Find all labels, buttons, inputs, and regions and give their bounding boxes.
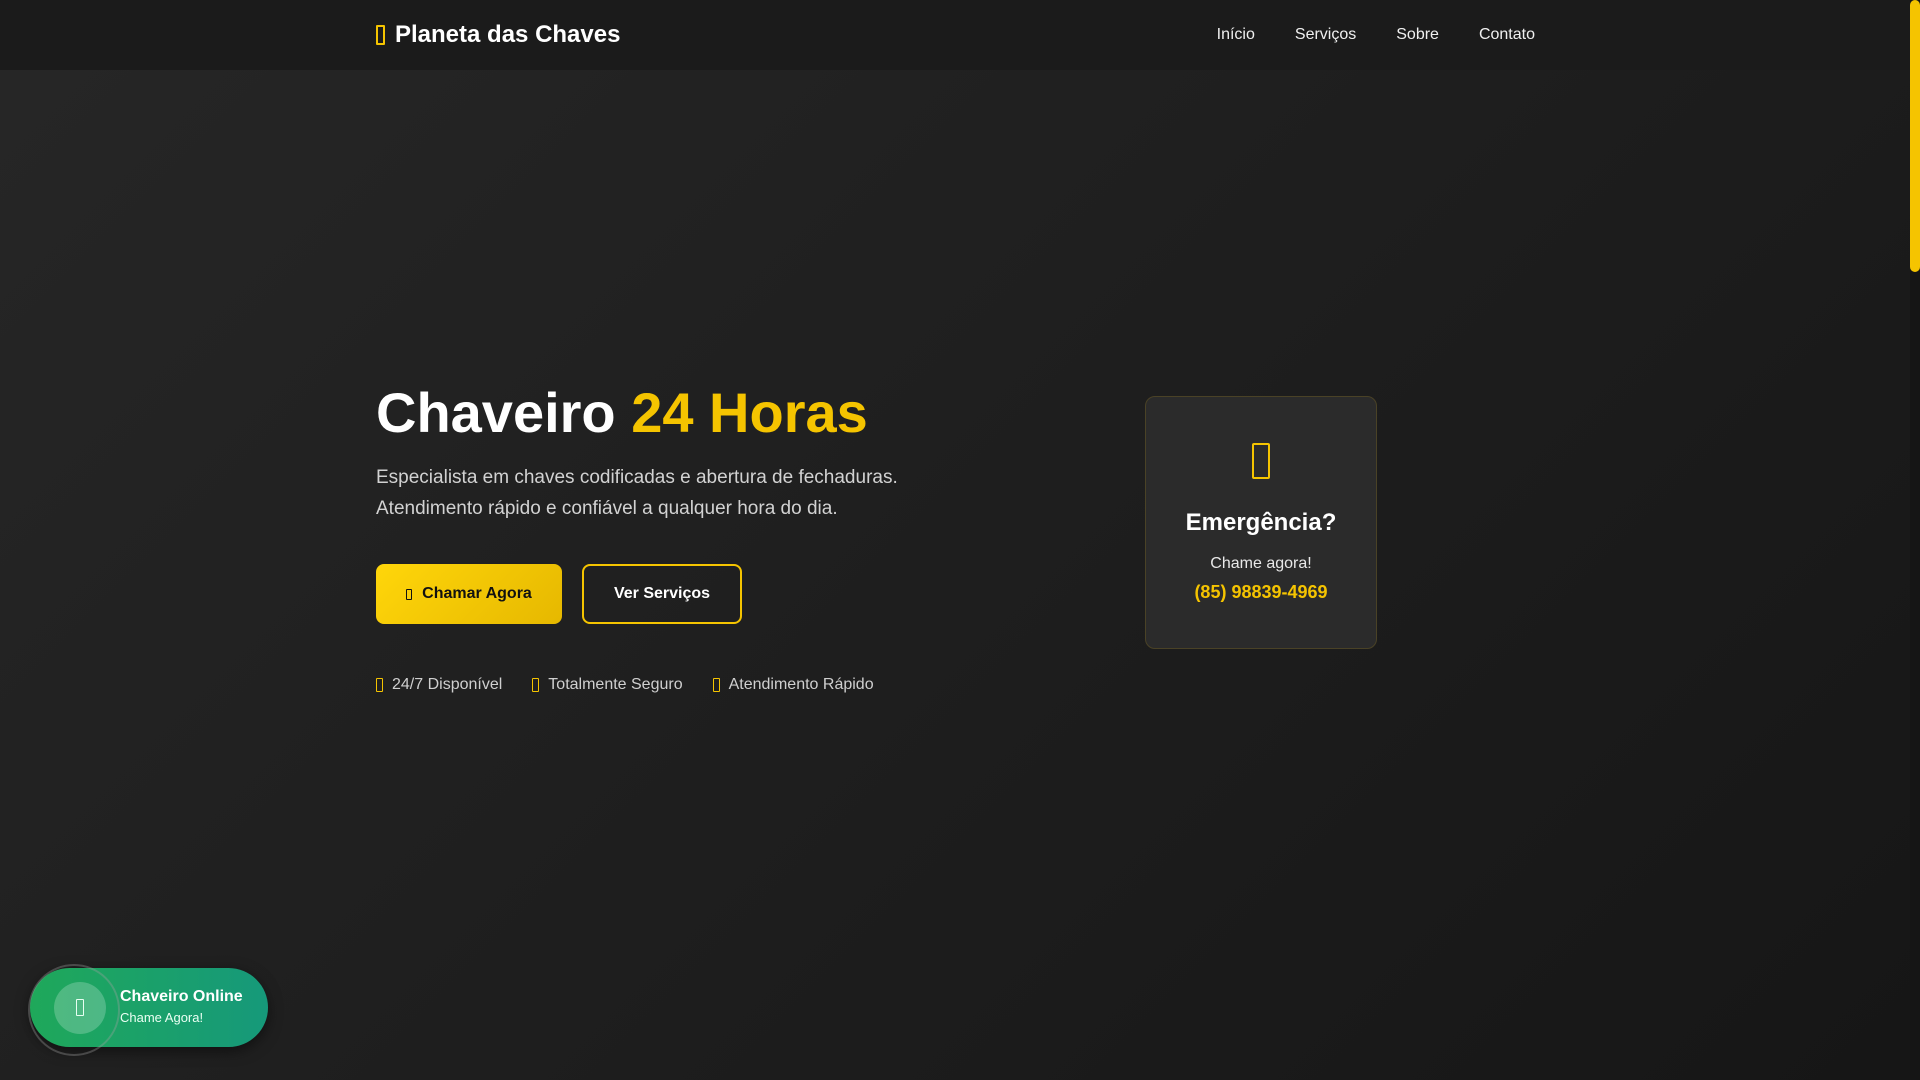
chat-avatar	[54, 982, 106, 1034]
phone-icon	[406, 588, 413, 600]
whatsapp-chat-widget[interactable]: Chaveiro Online Chame Agora!	[28, 964, 268, 1056]
nav-link-sobre[interactable]: Sobre	[1396, 26, 1439, 44]
feature-label: Atendimento Rápido	[728, 676, 874, 693]
brand-logo-link[interactable]: Planeta das Chaves	[376, 18, 620, 52]
nav-link-inicio[interactable]: Início	[1217, 26, 1255, 44]
feature-list: 24/7 Disponível Totalmente Seguro Atendi…	[376, 676, 874, 694]
hero-title-main: Chaveiro	[376, 381, 616, 444]
call-now-label: Chamar Agora	[422, 585, 532, 602]
emergency-subtitle: Chame agora!	[1210, 555, 1312, 572]
emergency-card: Emergência? Chame agora! (85) 98839-4969	[1145, 396, 1377, 649]
chat-title: Chaveiro Online	[120, 988, 243, 1005]
scrollbar-thumb[interactable]	[1910, 0, 1920, 272]
hero-section	[0, 70, 1910, 1080]
brand-name: Planeta das Chaves	[395, 21, 621, 48]
nav-link-servicos[interactable]: Serviços	[1295, 26, 1356, 44]
emergency-title: Emergência?	[1185, 509, 1337, 536]
bolt-icon	[712, 678, 720, 692]
whatsapp-icon	[76, 999, 84, 1016]
shield-icon	[532, 678, 540, 692]
hero-title: Chaveiro 24 Horas	[376, 378, 868, 448]
hero-subtitle: Especialista em chaves codificadas e abe…	[376, 462, 936, 524]
nav-link-contato[interactable]: Contato	[1479, 26, 1535, 44]
feature-item: 24/7 Disponível	[376, 676, 502, 694]
feature-item: Totalmente Seguro	[532, 676, 683, 694]
page-scrollbar[interactable]	[1910, 0, 1920, 1080]
feature-label: 24/7 Disponível	[392, 676, 503, 693]
view-services-button[interactable]: Ver Serviços	[582, 564, 742, 624]
call-now-button[interactable]: Chamar Agora	[376, 564, 562, 624]
phone-icon	[1252, 443, 1270, 479]
clock-icon	[376, 678, 383, 692]
key-icon	[376, 25, 385, 45]
feature-label: Totalmente Seguro	[548, 676, 683, 693]
emergency-phone-link[interactable]: (85) 98839-4969	[1146, 582, 1376, 603]
hero-subtitle-line2: Atendimento rápido e confiável a qualque…	[376, 498, 838, 519]
chat-subtitle: Chame Agora!	[120, 1010, 204, 1025]
hero-title-accent: 24 Horas	[631, 381, 868, 444]
feature-item: Atendimento Rápido	[712, 676, 874, 694]
site-header: Planeta das Chaves Início Serviços Sobre…	[0, 0, 1910, 71]
hero-subtitle-line1: Especialista em chaves codificadas e abe…	[376, 467, 898, 488]
main-nav: Início Serviços Sobre Contato	[1217, 0, 1535, 70]
